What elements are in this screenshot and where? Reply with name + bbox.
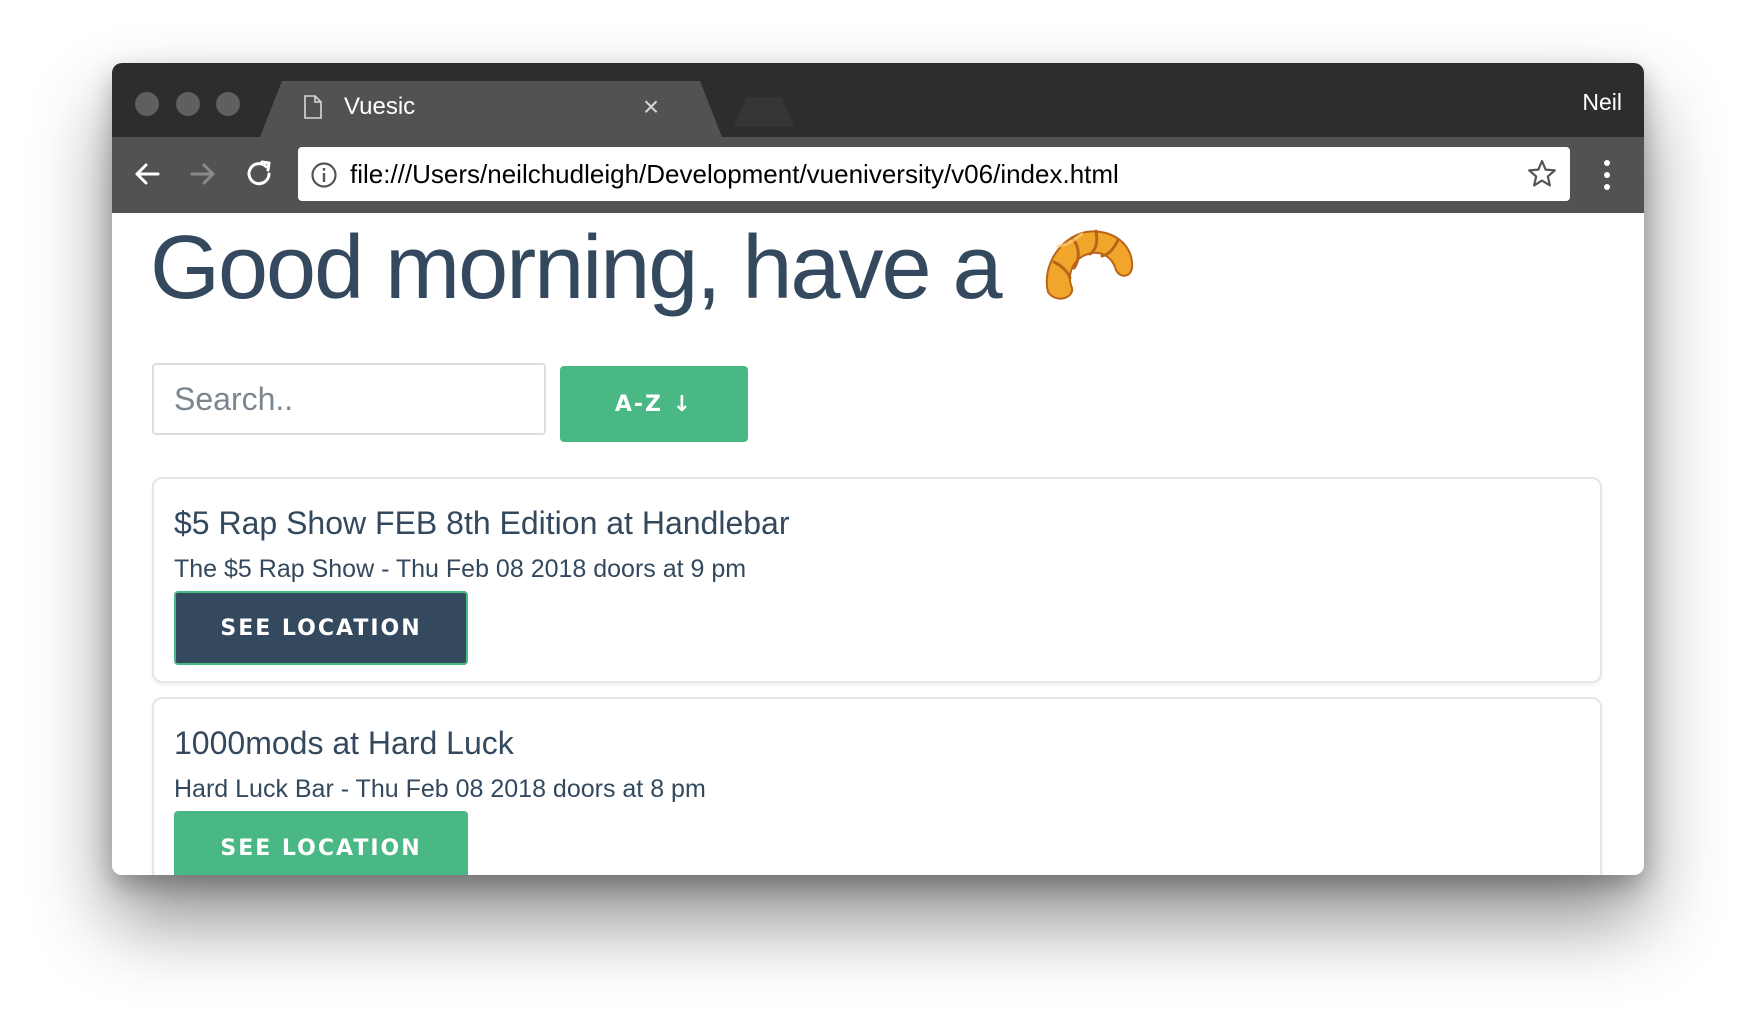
- sort-az-button[interactable]: A-Z ↓: [560, 366, 748, 442]
- event-meta: Hard Luck Bar - Thu Feb 08 2018 doors at…: [174, 775, 706, 803]
- croissant-icon: [1045, 229, 1133, 300]
- event-card: 1000mods at Hard Luck Hard Luck Bar - Th…: [152, 697, 1602, 875]
- tab-strip: Vuesic × Neil: [112, 63, 1644, 137]
- search-input[interactable]: [152, 363, 546, 435]
- forward-arrow-icon[interactable]: [184, 155, 222, 193]
- page-content: Good morning, have a A-Z ↓ $5 Rap Show F…: [112, 213, 1644, 875]
- bookmark-star-icon[interactable]: [1526, 158, 1558, 190]
- url-text[interactable]: file:///Users/neilchudleigh/Development/…: [350, 159, 1119, 189]
- document-icon: [304, 95, 322, 119]
- tab-vuesic[interactable]: Vuesic ×: [260, 81, 722, 137]
- event-title: 1000mods at Hard Luck: [174, 725, 514, 761]
- reload-icon[interactable]: [240, 155, 278, 193]
- page-title: Good morning, have a: [150, 213, 1138, 324]
- address-bar[interactable]: file:///Users/neilchudleigh/Development/…: [298, 147, 1570, 201]
- kebab-menu-icon[interactable]: [1602, 157, 1612, 193]
- minimize-window-button[interactable]: [176, 92, 200, 116]
- back-arrow-icon[interactable]: [128, 155, 166, 193]
- event-meta: The $5 Rap Show - Thu Feb 08 2018 doors …: [174, 555, 747, 583]
- close-window-button[interactable]: [135, 92, 159, 116]
- event-list: $5 Rap Show FEB 8th Edition at Handlebar…: [152, 477, 1602, 875]
- tab-title: Vuesic: [344, 93, 416, 120]
- event-title: $5 Rap Show FEB 8th Edition at Handlebar: [174, 505, 790, 541]
- tab-close-icon[interactable]: ×: [636, 92, 666, 122]
- see-location-button[interactable]: SEE LOCATION: [174, 591, 468, 665]
- browser-toolbar: file:///Users/neilchudleigh/Development/…: [112, 137, 1644, 213]
- see-location-button[interactable]: SEE LOCATION: [174, 811, 468, 875]
- info-icon[interactable]: [310, 161, 338, 189]
- maximize-window-button[interactable]: [216, 92, 240, 116]
- new-tab-button[interactable]: [734, 97, 794, 127]
- event-card: $5 Rap Show FEB 8th Edition at Handlebar…: [152, 477, 1602, 683]
- profile-name[interactable]: Neil: [1582, 89, 1622, 116]
- screenshot-stage: Vuesic × Neil file:///Users/neilchudleig…: [0, 0, 1756, 1036]
- greeting-text: Good morning, have a: [150, 218, 1003, 318]
- browser-window: Vuesic × Neil file:///Users/neilchudleig…: [112, 63, 1644, 875]
